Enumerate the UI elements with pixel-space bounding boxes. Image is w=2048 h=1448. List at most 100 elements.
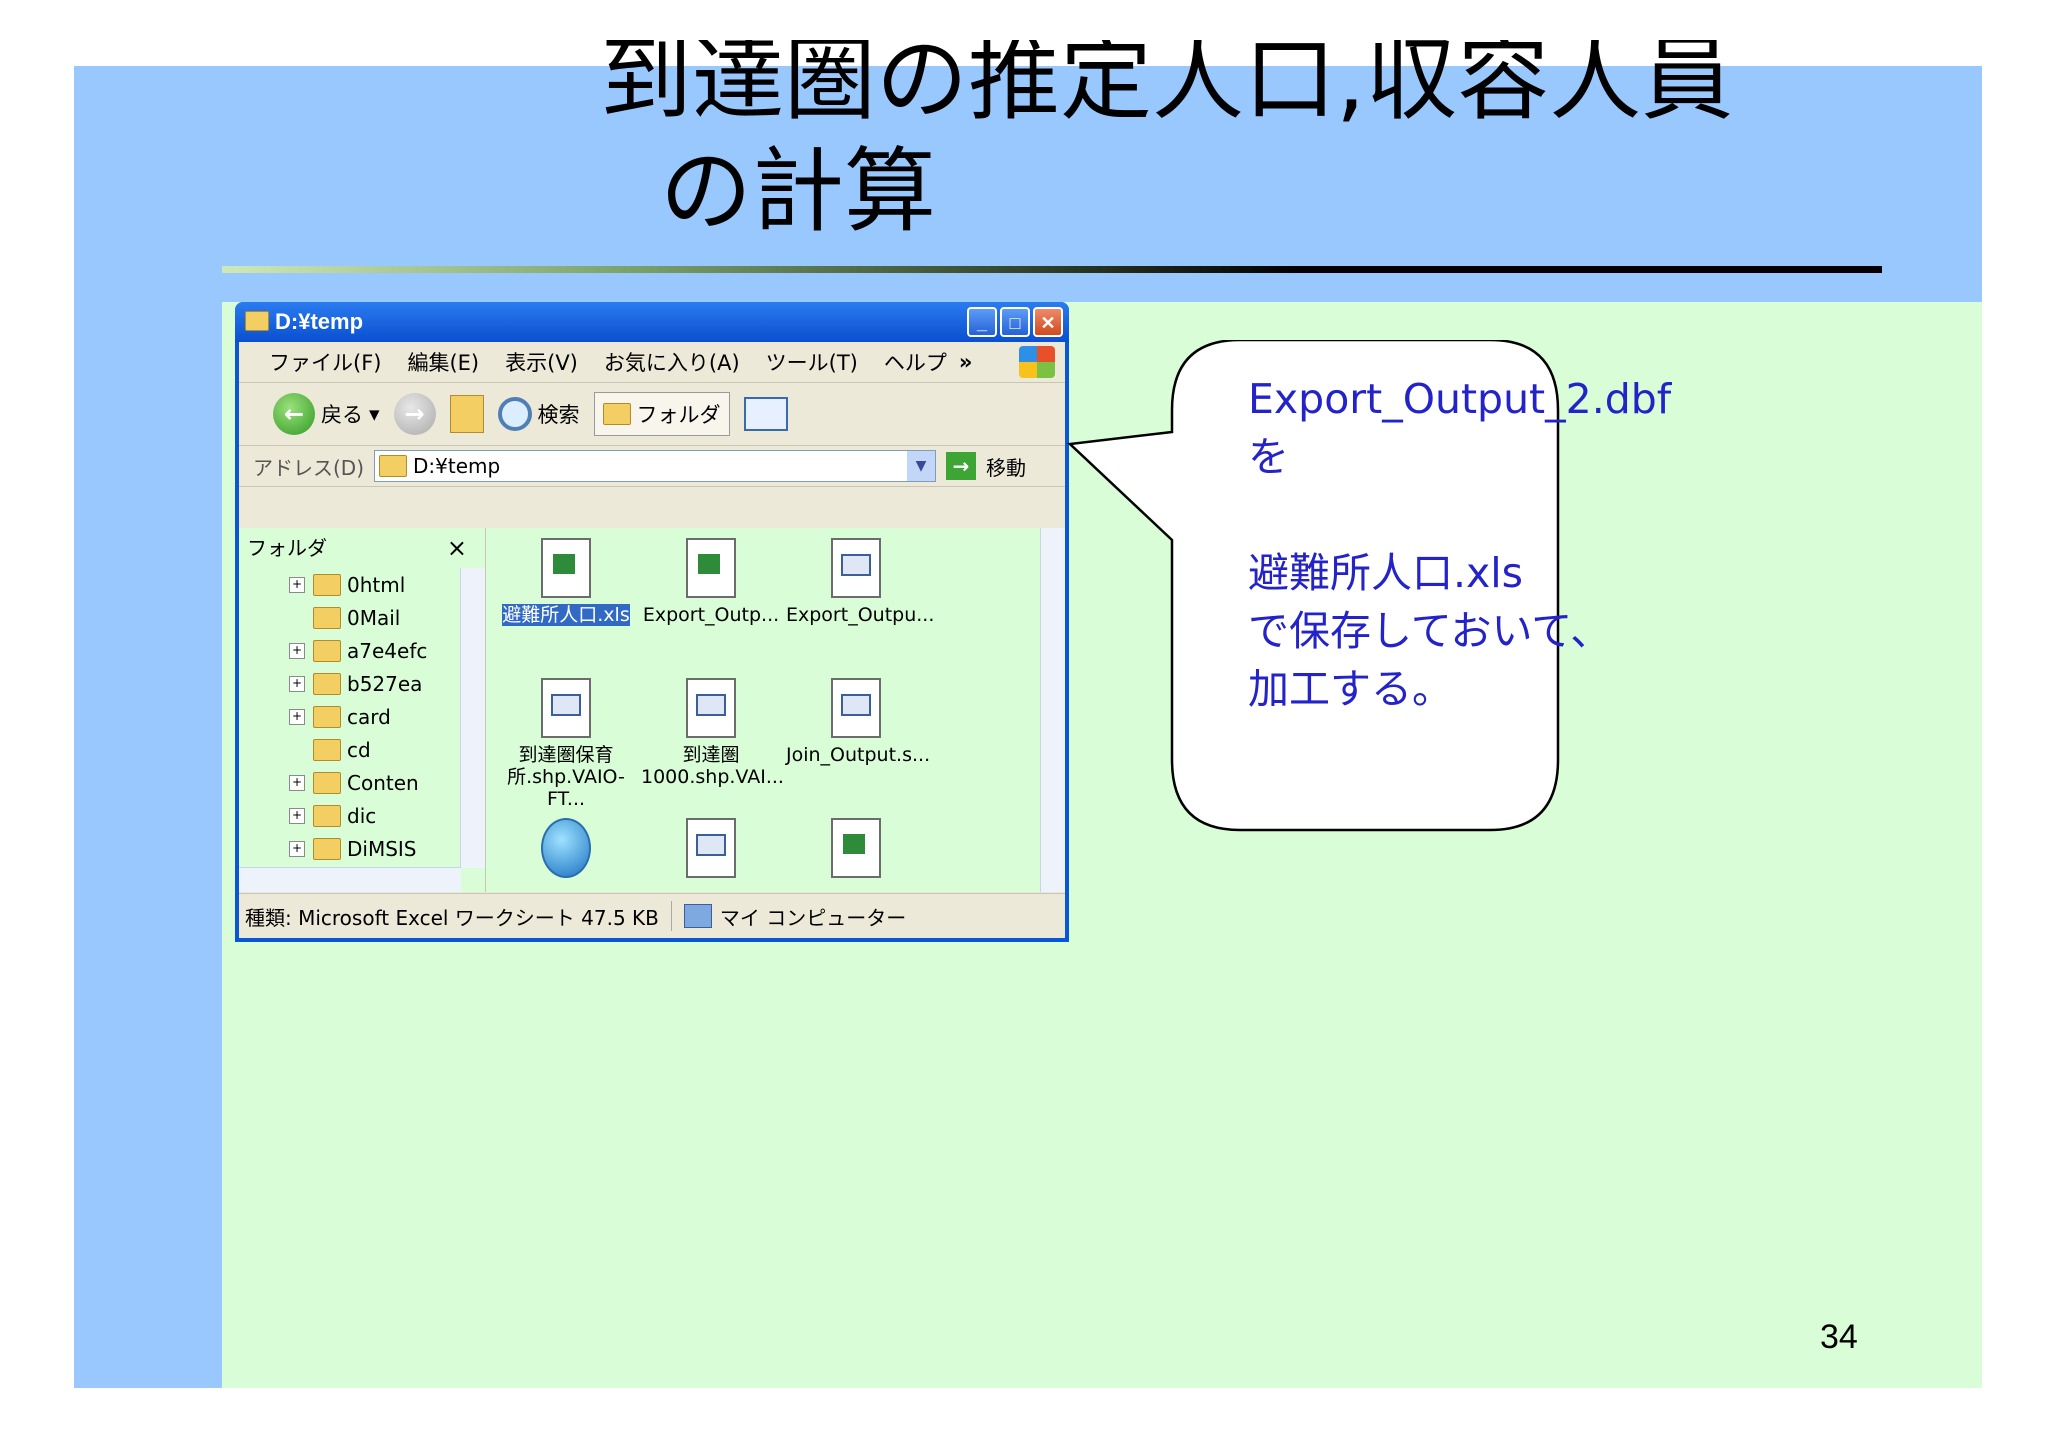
back-label: 戻る [321,403,363,427]
menu-edit[interactable]: 編集(E) [407,347,479,377]
folder-pane-vscrollbar[interactable] [460,568,485,868]
file-label: Export_Outpu... [786,604,935,626]
folder-icon [313,672,341,695]
file-item[interactable]: Join_Output.s... [786,678,930,766]
expand-icon[interactable]: + [289,576,305,593]
go-label[interactable]: 移動 [986,452,1026,481]
up-folder-icon[interactable] [449,395,484,433]
menu-file[interactable]: ファイル(F) [269,347,381,377]
forward-arrow-icon[interactable]: → [393,393,436,435]
tree-item-label: DiMSIS [347,836,417,861]
expand-icon[interactable]: + [289,774,305,791]
dbf-icon [541,678,591,738]
xls-icon [831,818,881,878]
expand-icon[interactable]: + [289,807,305,824]
tree-item-label: 0html [347,572,406,597]
menu-favorites[interactable]: お気に入り(A) [604,347,740,377]
address-dropdown-icon[interactable]: ▼ [907,451,936,481]
status-type-info: 種類: Microsoft Excel ワークシート 47.5 KB [245,905,659,930]
tree-item[interactable]: + card [239,700,485,733]
tree-item-label: b527ea [347,671,423,696]
window-titlebar[interactable]: D:¥temp _ □ ✕ [235,302,1069,342]
tree-item[interactable]: + DiMSIS [239,832,485,865]
address-input[interactable]: D:¥temp ▼ [374,450,937,482]
window-title: D:¥temp [275,309,364,334]
folder-icon [313,705,341,728]
file-label: Join_Output.s... [786,744,931,766]
search-label: 検索 [537,403,580,427]
tree-item-label: 0Mail [347,605,401,630]
back-dropdown-icon[interactable]: ▾ [369,402,380,426]
folder-pane-close-icon[interactable]: × [447,528,467,568]
my-computer-icon [683,904,712,928]
expand-icon[interactable]: + [289,642,305,659]
status-location: マイ コンピューター [719,905,907,930]
tree-item-label: cd [347,737,371,762]
minimize-button[interactable]: _ [967,307,997,337]
tree-item[interactable]: cd [239,733,485,766]
tree-item[interactable]: + b527ea [239,667,485,700]
address-value: D:¥temp [413,454,501,478]
windows-logo-icon [1019,346,1055,378]
folders-label: フォルダ [636,403,721,427]
menu-more-chevron-icon[interactable]: » [959,350,973,374]
folder-pane: フォルダ × +0html 0Mail + a7e4efc + b527ea + card cd… [239,528,486,892]
expand-icon[interactable]: + [289,840,305,857]
tree-item-label: Conten [347,770,419,795]
file-item[interactable]: 避難所人口.xls [496,538,636,626]
tree-item[interactable]: + Conten [239,766,485,799]
file-item[interactable] [786,818,926,884]
menu-tools[interactable]: ツール(T) [766,347,858,377]
tree-item[interactable]: + a7e4efc [239,634,485,667]
page-number: 34 [1820,1318,1858,1356]
tree-item[interactable]: +0html [239,568,485,601]
xls-icon [686,538,736,598]
folder-icon [313,639,341,662]
file-item[interactable] [496,818,636,884]
tree-item-label: a7e4efc [347,638,428,663]
tree-item[interactable]: + dic [239,799,485,832]
status-separator [670,901,672,931]
expand-icon[interactable]: + [289,675,305,692]
globe-icon [541,818,591,878]
folder-pane-header: フォルダ × [239,528,485,568]
maximize-button[interactable]: □ [1000,307,1030,337]
search-icon [497,397,532,431]
views-icon[interactable] [743,397,788,431]
folder-tree: +0html 0Mail + a7e4efc + b527ea + card cd + Conten… [239,568,485,865]
file-item[interactable]: 到達圏1000.shp.VAI... [641,678,784,788]
explorer-window: D:¥temp _ □ ✕ ファイル(F) 編集(E) 表示(V) お気に入り(… [235,302,1069,942]
file-label: 到達圏保育所.shp.VAIO-FT... [507,744,625,810]
menu-view[interactable]: 表示(V) [505,347,578,377]
folder-icon [313,573,341,596]
folder-icon [313,771,341,794]
tree-item-label: card [347,704,391,729]
expand-icon[interactable]: + [289,708,305,725]
folders-button[interactable]: フォルダ [593,392,730,436]
toolbar: ← 戻る ▾ → 検索 フォルダ [239,383,1065,446]
menu-help[interactable]: ヘルプ [884,347,947,377]
folder-icon [313,606,341,629]
tree-item-label: dic [347,803,377,828]
folder-icon [313,738,341,761]
address-label: アドレス(D) [253,455,365,480]
file-label: 到達圏1000.shp.VAI... [641,744,784,788]
folder-icon [313,804,341,827]
go-arrow-icon[interactable]: → [946,452,977,480]
search-button[interactable]: 検索 [497,397,580,431]
file-item[interactable]: Export_Outpu... [786,538,934,626]
slide-title-line1: 到達圏の推定人口,収容人員 [600,40,1734,133]
file-list: 避難所人口.xls Export_Outp... Export_Outpu... 到達… [486,528,1041,892]
file-item[interactable] [641,818,781,884]
xls-icon [541,538,591,598]
address-folder-icon [379,455,408,477]
content-panes: フォルダ × +0html 0Mail + a7e4efc + b527ea + card cd… [239,528,1065,892]
file-item[interactable]: Export_Outp... [641,538,781,626]
address-bar: アドレス(D) D:¥temp ▼ → 移動 [239,446,1065,487]
back-button[interactable]: ← 戻る ▾ [273,393,380,435]
tree-item[interactable]: 0Mail [239,601,485,634]
close-button[interactable]: ✕ [1033,307,1063,337]
file-item[interactable]: 到達圏保育所.shp.VAIO-FT... [496,678,636,810]
back-arrow-icon: ← [273,393,315,435]
folder-pane-hscrollbar[interactable] [239,867,461,892]
